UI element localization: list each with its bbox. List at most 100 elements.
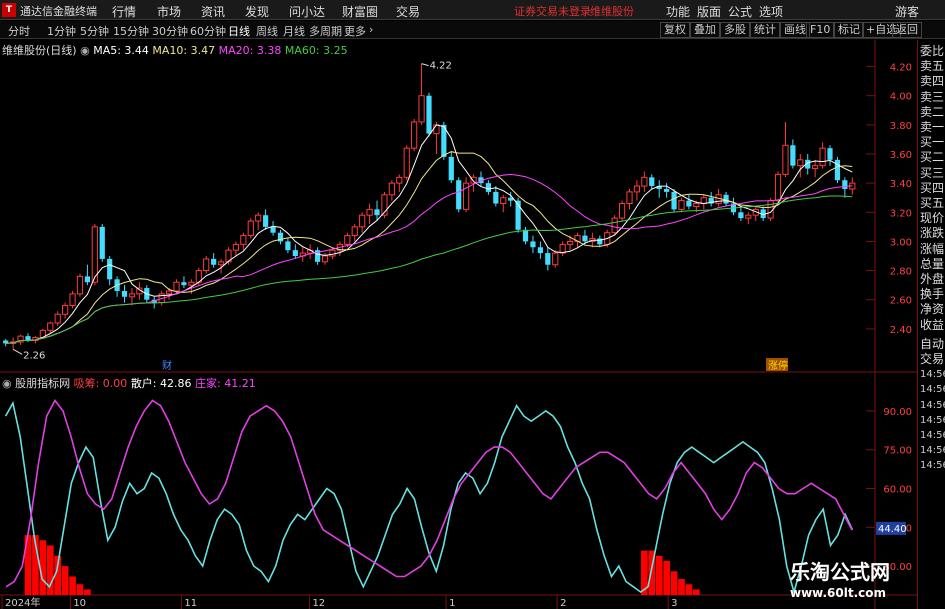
sidebar-item[interactable]: 卖三: [920, 90, 945, 105]
event-cai-marker[interactable]: 财: [162, 359, 172, 372]
menu-bar: T 通达信金融终端 行情 市场 资讯 发现 问小达 财富圈 交易 证券交易未登录…: [0, 0, 945, 20]
sidebar-item[interactable]: 总量: [920, 257, 945, 272]
settings-icon[interactable]: ◉: [2, 377, 12, 390]
sidebar-item[interactable]: 现价: [920, 211, 945, 226]
sidebar-item[interactable]: 委比: [920, 44, 945, 59]
indicator-panel-header: ◉ 股朋指标网 吸筹: 0.00 散户: 42.86 庄家: 41.21: [2, 375, 256, 391]
sidebar-item[interactable]: 买一: [920, 135, 945, 150]
candle-body: [700, 197, 707, 205]
period-weekly[interactable]: 周线: [256, 23, 278, 39]
candle-body: [217, 261, 225, 266]
btn-f10[interactable]: F10: [806, 22, 835, 38]
sidebar-item[interactable]: 14:56: [920, 443, 945, 458]
sidebar-item[interactable]: 买五: [920, 196, 945, 211]
sidebar-item[interactable]: 14:56: [920, 428, 945, 443]
period-daily[interactable]: 日线: [228, 23, 250, 39]
period-monthly[interactable]: 月线: [283, 23, 305, 39]
xichou-label: 吸筹: 0.00: [73, 377, 128, 390]
candle-body: [255, 214, 262, 222]
sidebar-item[interactable]: 14:56: [920, 367, 945, 382]
menu-gongshi[interactable]: 公式: [728, 3, 752, 20]
btn-fuquan[interactable]: 复权: [660, 22, 690, 38]
candle-body: [774, 173, 782, 202]
sidebar-item[interactable]: 净资: [920, 302, 945, 317]
sidebar-item[interactable]: 收益: [920, 318, 945, 333]
price-tick-label: 2.60: [890, 296, 912, 307]
period-more[interactable]: 更多: [344, 23, 366, 39]
xichou-bar: [84, 589, 91, 595]
candle-body: [738, 212, 744, 219]
sidebar-item[interactable]: 卖五: [920, 59, 945, 74]
sidebar-item[interactable]: 14:56: [920, 413, 945, 428]
period-5min[interactable]: 5分钟: [80, 23, 109, 39]
candle-body: [329, 249, 336, 257]
sidebar-item[interactable]: 涨幅: [920, 242, 945, 257]
candle-body: [745, 214, 752, 219]
watermark-title: 乐淘公式网: [790, 560, 890, 584]
event-zhangting-marker[interactable]: 涨停: [768, 359, 788, 372]
sidebar-item[interactable]: 卖一: [920, 120, 945, 135]
chevron-right-icon[interactable]: ›: [369, 23, 373, 36]
period-1min[interactable]: 1分钟: [47, 23, 76, 39]
menu-jiaoyi[interactable]: 交易: [396, 3, 420, 20]
candle-body: [173, 281, 180, 292]
sidebar-item[interactable]: 买二: [920, 150, 945, 165]
kline-chart[interactable]: 2024年 10 11 12 1 2 3 4.204.003.803.603.403.203…: [0, 40, 917, 609]
sidebar-item[interactable]: 14:56: [920, 382, 945, 397]
candle-body: [566, 240, 574, 245]
sidebar-item[interactable]: 卖四: [920, 74, 945, 89]
guest-login[interactable]: 游客: [895, 3, 919, 20]
sidebar-item[interactable]: 买三: [920, 166, 945, 181]
btn-diejia[interactable]: 叠加: [690, 22, 720, 38]
period-multi[interactable]: 多周期: [309, 23, 342, 39]
period-15min[interactable]: 15分钟: [113, 23, 149, 39]
sidebar-item[interactable]: 涨跌: [920, 226, 945, 241]
dropdown-icon[interactable]: ◉: [80, 44, 90, 57]
menu-hangqing[interactable]: 行情: [112, 3, 136, 20]
menu-banmian[interactable]: 版面: [697, 3, 721, 20]
menu-wenxiaoda[interactable]: 问小达: [289, 3, 325, 20]
candle-body: [611, 217, 618, 234]
period-fenshi[interactable]: 分时: [8, 23, 30, 39]
xichou-bar: [46, 545, 54, 595]
btn-duogu[interactable]: 多股: [720, 22, 750, 38]
high-price-label: 4.22: [430, 61, 452, 72]
candle-body: [270, 226, 276, 233]
price-tick-label: 2.80: [890, 267, 912, 278]
candle-body: [552, 252, 559, 266]
sidebar-item[interactable]: 14:56: [920, 458, 945, 473]
xichou-bar: [678, 579, 685, 595]
candle-body: [537, 247, 543, 254]
sidebar-item[interactable]: 外盘: [920, 272, 945, 287]
period-60min[interactable]: 60分钟: [190, 23, 226, 39]
sidebar-item[interactable]: 卖二: [920, 105, 945, 120]
btn-tongji[interactable]: 统计: [750, 22, 780, 38]
sidebar-item[interactable]: 换手: [920, 287, 945, 302]
indicator-title[interactable]: 股朋指标网: [15, 377, 70, 390]
menu-zixun[interactable]: 资讯: [201, 3, 225, 20]
menu-caifuquan[interactable]: 财富圈: [342, 3, 378, 20]
current-value-label: 44.40: [878, 524, 907, 535]
candle-body: [165, 290, 173, 295]
period-30min[interactable]: 30分钟: [152, 23, 188, 39]
xaxis-label: 2: [560, 598, 566, 609]
login-status[interactable]: 证券交易未登录: [514, 3, 591, 19]
sidebar-item[interactable]: 买四: [920, 181, 945, 196]
xichou-bar: [663, 560, 670, 595]
menu-shichang[interactable]: 市场: [157, 3, 181, 20]
candle-body: [403, 147, 410, 178]
sidebar-item[interactable]: 14:56: [920, 398, 945, 413]
btn-fanhui[interactable]: 返回: [892, 22, 922, 38]
menu-faxian[interactable]: 发现: [245, 3, 269, 20]
sidebar-item[interactable]: 交易: [920, 352, 945, 367]
sidebar-item[interactable]: 自动: [920, 337, 945, 352]
candle-body: [188, 281, 195, 286]
candle-body: [211, 258, 217, 265]
candle-body: [99, 226, 105, 259]
candle-body: [797, 159, 804, 167]
menu-xuanxiang[interactable]: 选项: [759, 3, 783, 20]
stock-link[interactable]: 维维股份: [590, 3, 634, 19]
xichou-bar: [61, 566, 69, 595]
menu-gongneng[interactable]: 功能: [666, 3, 690, 20]
btn-biaoji[interactable]: 标记: [834, 22, 864, 38]
